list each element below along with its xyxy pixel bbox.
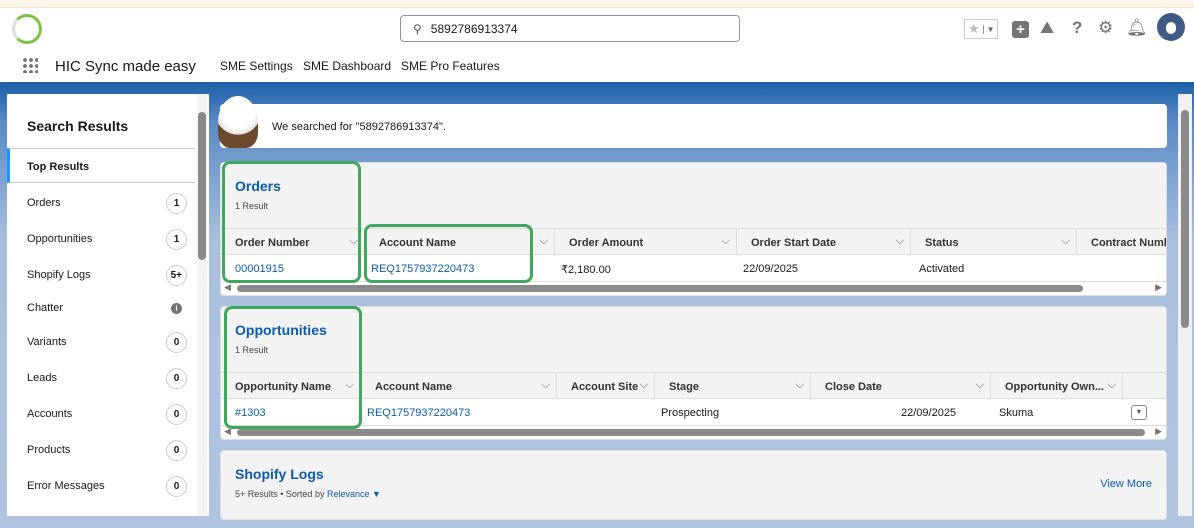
count-badge: 5+ [165, 264, 187, 286]
shopify-logs-title[interactable]: Shopify Logs [235, 466, 324, 482]
nav-sme-settings[interactable]: SME Settings [220, 59, 293, 73]
help-icon[interactable]: ? [1072, 18, 1082, 38]
gear-icon[interactable]: ⚙ [1098, 18, 1113, 38]
table-row: 00001915 REQ1757937220473 ₹2,180.00 22/0… [221, 255, 1166, 282]
chevron-down-icon: ⌵ [895, 235, 904, 247]
bell-icon[interactable]: 🔔︎ [1126, 18, 1148, 38]
highlight-box [224, 306, 362, 429]
chevron-down-icon: ⌵ [539, 235, 548, 247]
account-name-link[interactable]: REQ1757937220473 [353, 399, 470, 425]
close-date: 22/09/2025 [901, 407, 957, 419]
chevron-down-icon: ▼ [982, 24, 998, 34]
search-banner-text: We searched for "5892786913374". [272, 121, 446, 133]
order-amount: ₹2,180.00 [561, 264, 611, 276]
trailhead-icon[interactable]: ⛰ [1040, 18, 1054, 38]
count-badge: 0 [166, 367, 187, 389]
count-badge: 1 [166, 192, 187, 214]
favorites-button[interactable]: ★ ▼ [964, 19, 998, 39]
col-opportunity-owner[interactable]: Opportunity Own... ⌵ [991, 373, 1123, 399]
shopify-logs-card: Shopify Logs 5+ Results • Sorted by Rele… [220, 450, 1167, 520]
sort-by-dropdown[interactable]: Relevance ▼ [327, 489, 381, 499]
search-results-sidebar: Search Results Top Results Orders 1 Oppor… [7, 94, 209, 516]
opportunities-horizontal-scrollbar[interactable]: ◀ ▶ [221, 426, 1166, 439]
chevron-down-icon: ⌵ [795, 379, 804, 391]
count-badge: 0 [166, 475, 187, 497]
star-icon: ★ [968, 21, 980, 36]
opportunities-table-header: Opportunity Name ⌵ Account Name ⌵ Account … [221, 372, 1166, 399]
table-row: #1303 REQ1757937220473 Prospecting 22/09… [221, 399, 1166, 426]
nav-sme-pro-features[interactable]: SME Pro Features [401, 59, 500, 73]
search-icon: ⚲ [413, 21, 422, 36]
app-launcher-icon[interactable] [22, 57, 38, 73]
row-actions-button[interactable]: ▼ [1131, 405, 1147, 420]
sidebar-item-opportunities[interactable]: Opportunities 1 [27, 228, 187, 250]
einstein-mascot-icon [218, 96, 258, 148]
sidebar-item-chatter[interactable]: Chatter i [27, 298, 187, 318]
sidebar-title: Search Results [27, 118, 129, 134]
order-status: Activated [919, 263, 965, 275]
highlight-box [222, 161, 361, 283]
sidebar-item-variants[interactable]: Variants 0 [27, 331, 187, 353]
col-status[interactable]: Status ⌵ [911, 229, 1077, 255]
orders-table-header: Order Number ⌵ Account Name ⌵ Order Amount… [221, 228, 1166, 255]
col-order-start-date[interactable]: Order Start Date ⌵ [737, 229, 911, 255]
col-account-site[interactable]: Account Site ⌵ [557, 373, 655, 399]
sidebar-item-shopify-logs[interactable]: Shopify Logs 5+ [27, 264, 187, 286]
sidebar-item-leads[interactable]: Leads 0 [27, 367, 187, 389]
sidebar-item-error-messages[interactable]: Error Messages 0 [27, 475, 187, 497]
nav-sme-dashboard[interactable]: SME Dashboard [303, 59, 391, 73]
sidebar-item-top-results[interactable]: Top Results [7, 148, 195, 183]
col-stage[interactable]: Stage ⌵ [655, 373, 811, 399]
count-badge: 0 [166, 331, 187, 353]
col-close-date[interactable]: Close Date ⌵ [811, 373, 991, 399]
order-start-date: 22/09/2025 [743, 263, 799, 275]
opportunity-owner: Skuma [999, 407, 1034, 419]
col-order-amount[interactable]: Order Amount ⌵ [555, 229, 737, 255]
count-badge: 1 [166, 228, 187, 250]
sidebar-item-orders[interactable]: Orders 1 [27, 192, 187, 214]
chevron-down-icon: ⌵ [975, 379, 984, 391]
count-badge: 0 [166, 439, 187, 461]
orders-card: Orders 1 Result Order Number ⌵ Account Na… [220, 162, 1167, 296]
chevron-down-icon: ⌵ [639, 379, 648, 391]
chevron-down-icon: ⌵ [1107, 379, 1116, 391]
global-search-input[interactable]: ⚲ 5892786913374 [400, 15, 740, 42]
stage: Prospecting [661, 407, 720, 419]
avatar[interactable] [1157, 13, 1185, 41]
count-badge: 0 [166, 403, 187, 425]
global-create-button[interactable]: + [1012, 21, 1029, 38]
chevron-down-icon: ⌵ [541, 379, 550, 391]
orders-horizontal-scrollbar[interactable]: ◀ ▶ [221, 282, 1166, 295]
col-account-name[interactable]: Account Name ⌵ [361, 373, 557, 399]
view-more-link[interactable]: View More [1100, 478, 1152, 490]
highlight-box [364, 224, 533, 283]
info-icon: i [171, 302, 182, 314]
top-strip [0, 0, 1194, 8]
chevron-down-icon: ⌵ [721, 235, 730, 247]
sidebar-scrollbar[interactable] [197, 94, 207, 516]
main-scrollbar[interactable] [1178, 94, 1192, 516]
chevron-down-icon: ⌵ [1061, 235, 1070, 247]
app-logo[interactable] [12, 14, 42, 44]
col-contract-number[interactable]: Contract Number [1077, 229, 1166, 255]
shopify-logs-result-info: 5+ Results • Sorted by Relevance ▼ [235, 489, 381, 499]
app-name: HIC Sync made easy [55, 58, 196, 75]
sidebar-item-accounts[interactable]: Accounts 0 [27, 403, 187, 425]
sidebar-item-products[interactable]: Products 0 [27, 439, 187, 461]
opportunities-card: Opportunities 1 Result Opportunity Name ⌵… [220, 306, 1167, 440]
